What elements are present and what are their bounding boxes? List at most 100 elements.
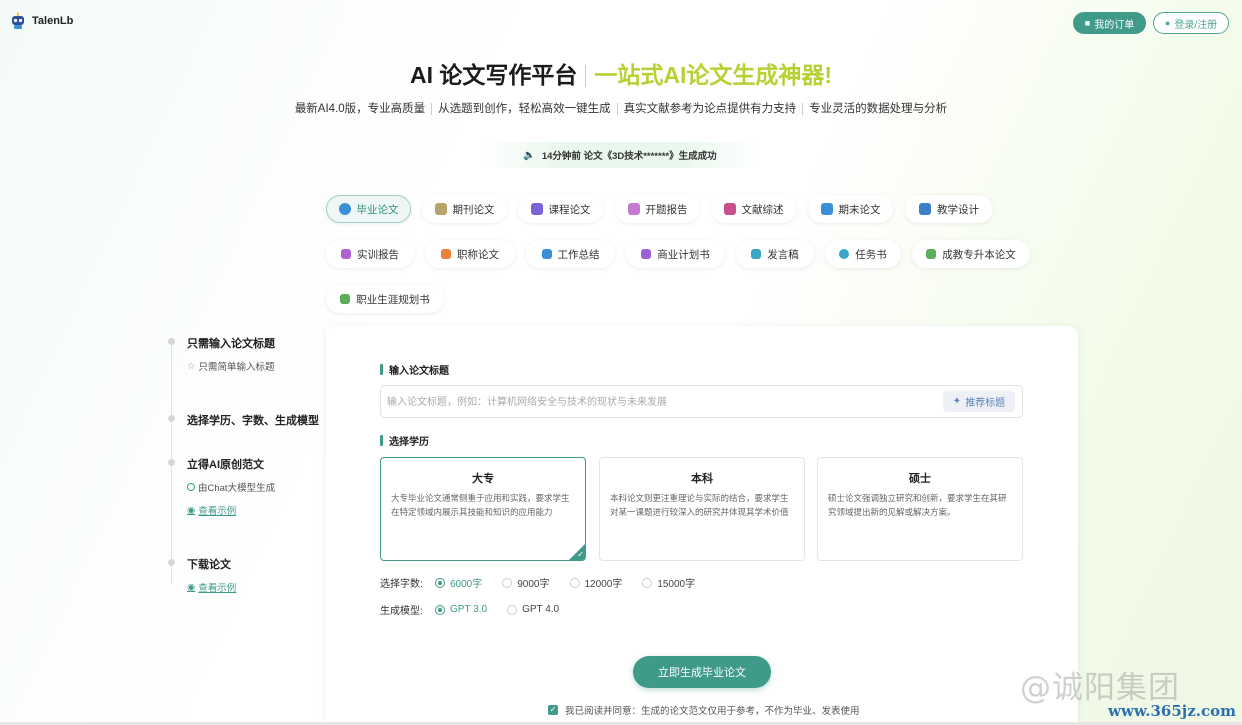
graduation-icon <box>338 203 351 215</box>
recommend-title-label: 推荐标题 <box>965 398 1006 409</box>
model-radio-gpt4[interactable]: GPT 4.0 <box>507 604 559 615</box>
tab-journal-paper[interactable]: 期刊论文 <box>422 195 507 223</box>
radio-label: 15000字 <box>657 579 696 590</box>
tab-label: 商业计划书 <box>657 248 710 261</box>
thesis-title-input[interactable] <box>387 392 927 412</box>
degree-option-bachelor[interactable]: 本科 本科论文则更注重理论与实际的结合，要求学生对某一课题进行较深入的研究并体现… <box>599 457 805 561</box>
model-label: 生成模型: <box>380 606 423 617</box>
tab-career-plan[interactable]: 职业生涯规划书 <box>326 285 444 313</box>
agreement-row: ✓ 我已阅读并同意：生成的论文范文仅用于参考，不作为毕业、发表使用 <box>548 703 860 717</box>
logo[interactable]: TalenLb <box>10 12 73 30</box>
login-register-button[interactable]: ● 登录/注册 <box>1153 12 1229 34</box>
star-icon: ☆ <box>187 360 196 372</box>
top-bar: TalenLb ■ 我的订单 ● 登录/注册 <box>0 0 1242 44</box>
step-title: 选择学历、字数、生成模型 <box>187 415 319 427</box>
feature-item: 最新AI4.0版，专业高质量 <box>294 103 426 115</box>
step-subtitle-text: 只需简单输入标题 <box>198 362 275 373</box>
degree-name: 硕士 <box>909 473 931 485</box>
recommend-title-button[interactable]: ✦ 推荐标题 <box>943 391 1015 412</box>
step-subtitle: 由Chat大模型生成 <box>187 480 275 494</box>
tab-literature-review[interactable]: 文献综述 <box>711 195 796 223</box>
tab-label: 实训报告 <box>357 248 399 261</box>
degree-description: 硕士论文强调独立研究和创新，要求学生在其研究领域提出新的见解或解决方案。 <box>828 493 1007 517</box>
section-marker <box>380 435 383 446</box>
tab-label: 职称论文 <box>457 248 499 261</box>
degree-description: 本科论文则更注重理论与实际的结合，要求学生对某一课题进行较深入的研究并体现其学术… <box>610 493 789 517</box>
feature-list: 最新AI4.0版，专业高质量 从选题到创作，轻松高效一键生成 真实文献参考为论点提供… <box>0 100 1242 116</box>
tab-training-report[interactable]: 实训报告 <box>326 240 414 268</box>
wordcount-radio-6000[interactable]: 6000字 <box>435 575 482 590</box>
career-icon <box>340 294 351 304</box>
radio-circle <box>642 577 653 588</box>
thesis-form-card: 输入论文标题 ✦ 推荐标题 选择学历 大专 大专毕业论文通常侧重于应用和实践，要… <box>326 326 1078 725</box>
tab-business-plan[interactable]: 商业计划书 <box>626 240 725 268</box>
tab-adult-upgrade-paper[interactable]: 成教专升本论文 <box>912 240 1030 268</box>
tab-label: 课程论文 <box>548 203 591 216</box>
orders-icon: ■ <box>1084 18 1091 28</box>
degree-name: 大专 <box>472 473 494 485</box>
radio-circle <box>435 577 445 588</box>
task-icon <box>839 249 850 259</box>
tab-proposal-report[interactable]: 开题报告 <box>615 195 700 223</box>
generate-thesis-button[interactable]: 立即生成毕业论文 <box>633 656 771 688</box>
generate-thesis-label: 立即生成毕业论文 <box>658 667 746 679</box>
section-marker <box>380 364 383 375</box>
hero-title-divider <box>585 65 587 87</box>
radio-label: GPT 3.0 <box>450 604 488 615</box>
feature-item: 专业灵活的数据处理与分析 <box>802 103 954 115</box>
radio-circle <box>435 604 445 615</box>
tab-work-summary[interactable]: 工作总结 <box>526 240 615 268</box>
radio-label: GPT 4.0 <box>522 604 560 615</box>
hero-title-left: AI 论文写作平台 <box>409 62 578 88</box>
literature-icon <box>723 203 736 215</box>
tab-label: 期末论文 <box>838 203 881 216</box>
notice-text: 14分钟前 论文《3D技术*******》生成成功 <box>541 151 717 162</box>
title-section-label-text: 输入论文标题 <box>389 366 449 377</box>
tab-professional-title-paper[interactable]: 职称论文 <box>425 240 515 268</box>
wordcount-radio-12000[interactable]: 12000字 <box>569 575 622 590</box>
generation-notice: 🔈 14分钟前 论文《3D技术*******》生成成功 <box>480 142 760 168</box>
title-paper-icon <box>441 249 451 259</box>
wordcount-radio-9000[interactable]: 9000字 <box>502 575 550 590</box>
degree-option-master[interactable]: 硕士 硕士论文强调独立研究和创新，要求学生在其研究领域提出新的见解或解决方案。 <box>817 457 1023 561</box>
logo-text: TalenLb <box>32 15 74 27</box>
teaching-icon <box>919 203 931 215</box>
tab-teaching-design[interactable]: 教学设计 <box>905 195 993 223</box>
step-subtitle-text: 由Chat大模型生成 <box>198 483 276 494</box>
tab-final-paper[interactable]: 期末论文 <box>808 195 893 223</box>
model-radio-gpt3[interactable]: GPT 3.0 <box>435 604 487 615</box>
tab-graduation-thesis[interactable]: 毕业论文 <box>326 195 411 223</box>
step-title: 立得AI原创范文 <box>187 459 264 471</box>
degree-option-associate[interactable]: 大专 大专毕业论文通常侧重于应用和实践，要求学生在特定领域内展示其技能和知识的应… <box>380 457 586 561</box>
feature-item: 真实文献参考为论点提供有力支持 <box>616 103 803 115</box>
training-icon <box>341 249 351 259</box>
step-dot <box>168 559 175 566</box>
circle-icon <box>187 483 195 491</box>
eye-icon: ◉ <box>187 504 196 516</box>
hero-title-right: 一站式AI论文生成神器! <box>594 62 833 88</box>
agreement-checkbox[interactable]: ✓ <box>548 705 558 715</box>
tab-course-paper[interactable]: 课程论文 <box>518 195 603 223</box>
view-example-link[interactable]: ◉ 查看示例 <box>187 503 236 518</box>
tab-label: 发言稿 <box>767 248 799 261</box>
degree-description: 大专毕业论文通常侧重于应用和实践，要求学生在特定领域内展示其技能和知识的应用能力 <box>391 493 570 517</box>
journal-icon <box>434 203 447 215</box>
tab-label: 工作总结 <box>557 248 600 261</box>
degree-name: 本科 <box>691 473 713 485</box>
step-dot <box>168 459 175 466</box>
tab-speech-draft[interactable]: 发言稿 <box>736 240 814 268</box>
radio-circle <box>569 577 580 588</box>
feature-item: 从选题到创作，轻松高效一键生成 <box>431 103 617 115</box>
tab-label: 职业生涯规划书 <box>356 293 430 306</box>
wordcount-radio-15000[interactable]: 15000字 <box>642 575 695 590</box>
hero-title: AI 论文写作平台 一站式AI论文生成神器! <box>0 56 1242 90</box>
final-icon <box>820 203 833 215</box>
view-example-link[interactable]: ◉ 查看示例 <box>187 580 236 595</box>
step-dot <box>168 338 175 345</box>
watermark: @诚阳集团 www.365jz.com <box>1020 660 1240 722</box>
my-orders-button[interactable]: ■ 我的订单 <box>1073 12 1146 34</box>
agreement-text: 我已阅读并同意：生成的论文范文仅用于参考，不作为毕业、发表使用 <box>565 706 860 717</box>
tab-label: 任务书 <box>855 248 887 261</box>
step-title: 下载论文 <box>187 559 231 571</box>
tab-task-book[interactable]: 任务书 <box>825 240 901 268</box>
